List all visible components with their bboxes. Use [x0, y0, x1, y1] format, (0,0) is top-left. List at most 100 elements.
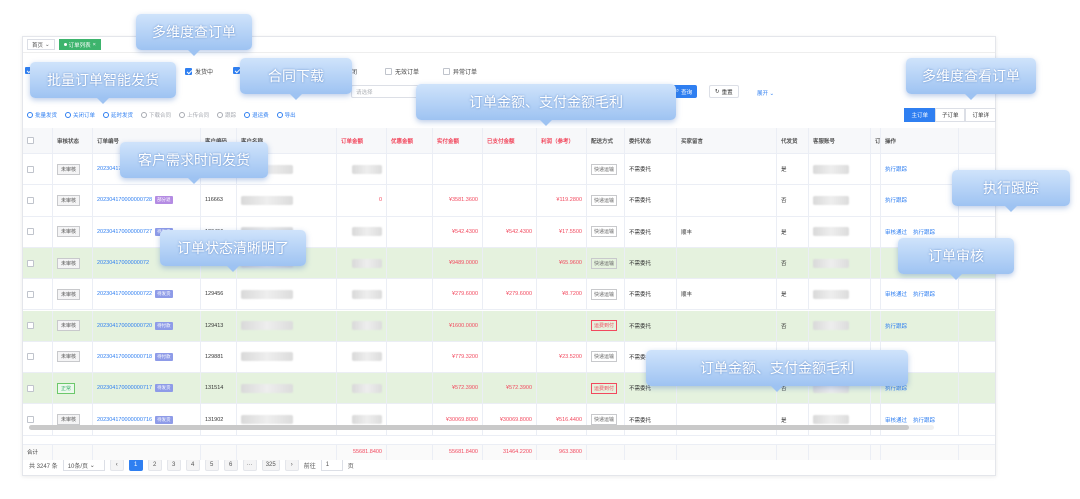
page-size-select[interactable]: 10条/页 ⌄ [62, 459, 105, 471]
order-number-link[interactable]: 20230417000000072 [97, 260, 149, 266]
filter-abnormal[interactable]: 异常订单 [443, 67, 477, 76]
horizontal-scrollbar[interactable] [29, 425, 934, 430]
table-row[interactable]: 未审核 202304170000000728 部分退 116663 0 ¥3581.360… [23, 185, 995, 217]
row-select-cell[interactable] [23, 247, 53, 279]
checkbox[interactable] [27, 137, 34, 144]
scrollbar-thumb[interactable] [29, 425, 909, 430]
expand-link[interactable]: 展开 ⌄ [757, 89, 774, 97]
page-number-button[interactable]: ··· [242, 459, 257, 471]
select-all-cell[interactable] [23, 128, 53, 153]
delay-ship-button[interactable]: 延时发货 [103, 111, 133, 119]
column-header[interactable]: 订单金额 [337, 128, 387, 153]
audit-link[interactable]: 审核通过 [885, 290, 907, 298]
download-contract-button[interactable]: 下载合同 [141, 111, 171, 119]
page-number-button[interactable]: 3 [166, 459, 181, 471]
tab-order-detail[interactable]: 订单详 [965, 108, 996, 122]
checkbox[interactable] [27, 228, 34, 236]
filter-invalid[interactable]: 无效订单 [385, 67, 419, 76]
row-select-cell[interactable] [23, 341, 53, 373]
order-number-link[interactable]: 202304170000000718 [97, 354, 152, 360]
track-button[interactable]: 跟踪 [217, 111, 236, 119]
next-page-button[interactable]: › [284, 459, 299, 471]
column-header[interactable]: 审核状态 [53, 128, 93, 153]
column-header[interactable]: 委托状态 [625, 128, 677, 153]
filter-shipping[interactable]: 发货中 [185, 67, 213, 76]
filter-checkbox-mid[interactable] [233, 67, 240, 74]
tab-main-order[interactable]: 主订单 [904, 108, 935, 122]
close-icon[interactable]: × [93, 42, 96, 48]
search-input[interactable]: 请选择 [351, 85, 421, 98]
page-number-button[interactable]: 1 [128, 459, 143, 471]
track-link[interactable]: 执行跟踪 [913, 416, 935, 424]
redacted-amount [352, 258, 382, 268]
page-number-button[interactable]: 5 [204, 459, 219, 471]
order-number-link[interactable]: 202304170000000720 [97, 323, 152, 329]
order-number-link[interactable]: 202304170000000728 [97, 197, 152, 203]
tab-sub-order[interactable]: 子订单 [934, 108, 966, 122]
track-link[interactable]: 执行跟踪 [885, 165, 907, 173]
order-no-cell[interactable]: 202304170000000718 待付款 [93, 341, 201, 373]
upload-contract-button[interactable]: 上传合同 [179, 111, 209, 119]
close-order-button[interactable]: 关闭订单 [65, 111, 95, 119]
order-no-cell[interactable]: 202304170000000717 待发货 [93, 373, 201, 404]
column-header[interactable]: 买家留言 [677, 128, 777, 153]
page-number-button[interactable]: 6 [223, 459, 238, 471]
reset-button[interactable]: ↻ 重置 [709, 85, 739, 98]
audit-link[interactable]: 审核通过 [885, 228, 907, 236]
checkbox[interactable] [27, 353, 34, 361]
column-header[interactable]: 实付金额 [433, 128, 483, 153]
order-number-link[interactable]: 202304170000000716 [97, 417, 152, 423]
checkbox[interactable] [27, 384, 34, 392]
column-header[interactable]: 订单 [871, 128, 881, 153]
track-link[interactable]: 执行跟踪 [913, 290, 935, 298]
prev-page-button[interactable]: ‹ [109, 459, 124, 471]
row-select-cell[interactable] [23, 310, 53, 341]
column-header[interactable]: 客服账号 [809, 128, 871, 153]
row-select-cell[interactable] [23, 216, 53, 247]
checkbox[interactable] [385, 68, 392, 75]
checkbox[interactable] [27, 416, 34, 424]
tab-orders[interactable]: 订单列表 × [58, 39, 101, 50]
checkbox[interactable] [27, 290, 34, 298]
row-select-cell[interactable] [23, 279, 53, 310]
order-number-link[interactable]: 202304170000000722 [97, 291, 152, 297]
export-button[interactable]: 导出 [276, 111, 296, 119]
table-row[interactable]: 未审核 202304170000000722 待发货 129456 ¥279.6000 ¥… [23, 279, 995, 311]
checkbox[interactable] [27, 259, 34, 267]
row-select-cell[interactable] [23, 154, 53, 185]
column-header[interactable]: 代发货 [777, 128, 809, 153]
page-number-button[interactable]: 325 [261, 459, 280, 471]
table-row[interactable]: 未审核 202304170000000716 待发货 131902 ¥30069.800… [23, 404, 995, 436]
column-header[interactable]: 已支付金额 [483, 128, 537, 153]
track-link[interactable]: 执行跟踪 [885, 322, 907, 330]
tab-home[interactable]: 首页 ⌄ [27, 39, 55, 50]
checkbox[interactable] [27, 165, 34, 173]
column-header[interactable]: 优惠金额 [387, 128, 433, 153]
checkbox[interactable] [443, 68, 450, 75]
column-header[interactable]: 利润（参考） [537, 128, 587, 153]
checkbox[interactable] [185, 68, 192, 75]
order-no-cell[interactable]: 202304170000000728 部分退 [93, 185, 201, 216]
checkbox[interactable] [27, 322, 34, 330]
order-no-cell[interactable]: 202304170000000716 待发货 [93, 404, 201, 435]
order-number-link[interactable]: 202304170000000717 [97, 385, 152, 391]
column-header[interactable]: 配送方式 [587, 128, 625, 153]
audit-link[interactable]: 审核通过 [885, 416, 907, 424]
page-number-button[interactable]: 2 [147, 459, 162, 471]
checkbox[interactable] [27, 196, 34, 204]
track-link[interactable]: 执行跟踪 [913, 228, 935, 236]
order-number-link[interactable]: 202304170000000727 [97, 229, 152, 235]
goto-input[interactable]: 1 [320, 459, 343, 471]
checkbox[interactable] [233, 67, 240, 74]
row-select-cell[interactable] [23, 185, 53, 216]
track-link[interactable]: 执行跟踪 [885, 196, 907, 204]
column-header[interactable]: 操作 [881, 128, 959, 153]
order-no-cell[interactable]: 202304170000000720 待付款 [93, 310, 201, 341]
batch-ship-button[interactable]: 批量发货 [27, 111, 57, 119]
order-no-cell[interactable]: 202304170000000722 待发货 [93, 279, 201, 310]
page-number-button[interactable]: 4 [185, 459, 200, 471]
row-select-cell[interactable] [23, 404, 53, 435]
refund-freight-button[interactable]: 退运费 [244, 111, 269, 119]
table-row[interactable]: 未审核 202304170000000720 待付款 129413 ¥1600.0000… [23, 310, 995, 342]
row-select-cell[interactable] [23, 373, 53, 404]
